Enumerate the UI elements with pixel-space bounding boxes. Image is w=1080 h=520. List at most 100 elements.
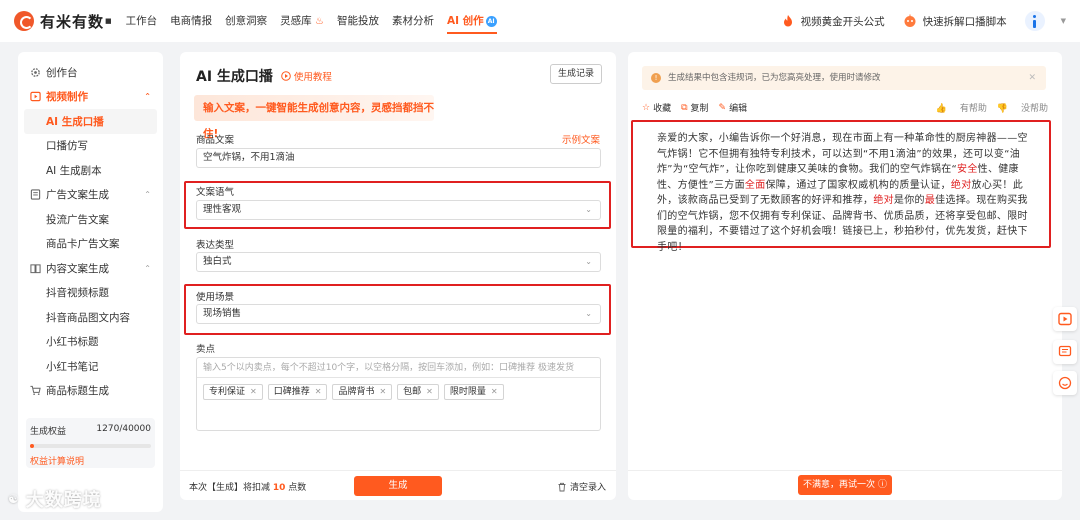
result-panel: ! 生成结果中包含违规词，已为您高亮处理，使用时请修改 ✕ ☆ 收藏 ⧉ 复制 ✎ 编…	[628, 52, 1062, 500]
sidebar-group-video[interactable]: 视频制作 ⌃	[18, 85, 163, 110]
ai-badge-icon: AI	[485, 15, 497, 27]
formula-link[interactable]: 视频黄金开头公式	[781, 14, 885, 29]
generate-button[interactable]: 生成	[354, 476, 442, 496]
nav-inspiration[interactable]: 灵感库 ♨	[280, 0, 324, 42]
selling-points-label: 卖点	[196, 344, 216, 355]
result-footer: 不满意，再试一次 ⓘ	[628, 470, 1062, 500]
unhelpful-label: 没帮助	[1020, 104, 1048, 114]
cart-icon	[30, 386, 41, 396]
tag-label: 口碑推荐	[273, 387, 310, 397]
top-nav-bar: 有米有数 ■ 工作台 电商情报 创意洞察 灵感库 ♨ 智能投放 素材分析 AI 创…	[0, 0, 1080, 42]
quota-progress-fill	[30, 444, 34, 448]
edit-button[interactable]: ✎ 编辑	[718, 101, 748, 115]
clear-label: 清空录入	[569, 483, 606, 493]
sidebar-item-ai-script[interactable]: AI 生成剧本	[18, 158, 163, 183]
expression-select[interactable]: 独白式 ⌄	[196, 252, 601, 272]
info-icon: !	[651, 73, 661, 83]
brand-logo[interactable]: 有米有数 ■	[14, 11, 112, 32]
quota-rules-link[interactable]: 权益计算说明	[30, 454, 151, 467]
nav-ai-create[interactable]: AI 创作 AI	[446, 0, 497, 42]
tutorial-label: 使用教程	[293, 72, 332, 83]
selling-points-input[interactable]: 输入5个以内卖点，每个不超过10个字，以空格分隔，按回车添加，例如：口碑推荐 极…	[197, 358, 600, 378]
edit-icon: ✎	[718, 102, 727, 113]
sidebar: 创作台 视频制作 ⌃ AI 生成口播 口播仿写 AI 生成剧本 广告文案生成 ⌃…	[18, 52, 163, 512]
help-circle-icon: ⓘ	[877, 480, 887, 490]
collect-button[interactable]: ☆ 收藏	[642, 101, 672, 115]
feedback-buttons: 👍 有帮助 👎 没帮助	[926, 101, 1048, 114]
video-icon	[1058, 312, 1072, 326]
watermark: ☯ 大数跨境	[8, 486, 102, 512]
sidebar-group-content-copy[interactable]: 内容文案生成 ⌃	[18, 256, 163, 281]
user-avatar-icon[interactable]	[1024, 11, 1045, 31]
nav-material-analysis[interactable]: 素材分析	[392, 0, 434, 42]
example-copy-link[interactable]: 示例文案	[562, 132, 600, 146]
highlighted-word: 绝对	[873, 195, 894, 206]
nav-ecommerce-intel[interactable]: 电商情报	[170, 0, 212, 42]
close-icon[interactable]: ✕	[250, 385, 257, 399]
scene-value: 现场销售	[203, 308, 242, 319]
expression-value: 独白式	[203, 256, 232, 267]
tone-select[interactable]: 理性客观 ⌄	[196, 200, 601, 220]
video-float-button[interactable]	[1053, 307, 1077, 331]
violation-notice: ! 生成结果中包含违规词，已为您高亮处理，使用时请修改 ✕	[642, 66, 1046, 90]
nav-creative-insight[interactable]: 创意洞察	[225, 0, 267, 42]
message-float-button[interactable]	[1053, 340, 1077, 364]
expression-label: 表达类型	[196, 240, 235, 251]
unhelpful-button[interactable]: 👎 没帮助	[997, 101, 1048, 114]
cost-suffix: 点数	[288, 483, 307, 493]
fire-icon	[783, 15, 792, 27]
formula-label: 视频黄金开头公式	[800, 15, 885, 28]
quota-label: 生成权益	[30, 427, 67, 437]
scene-select[interactable]: 现场销售 ⌄	[196, 304, 601, 324]
chevron-down-icon: ⌄	[585, 257, 592, 266]
helpful-button[interactable]: 👍 有帮助	[936, 101, 987, 114]
close-icon[interactable]: ✕	[315, 385, 322, 399]
sidebar-item-xhs-note[interactable]: 小红书笔记	[18, 354, 163, 379]
sidebar-item-douyin-title[interactable]: 抖音视频标题	[18, 281, 163, 306]
support-float-button[interactable]	[1053, 371, 1077, 395]
script-tool-link[interactable]: 快速拆解口播脚本	[903, 14, 1007, 29]
trash-icon	[558, 482, 566, 491]
nav-smart-ads[interactable]: 智能投放	[337, 0, 379, 42]
tag: 包邮 ✕	[397, 384, 439, 400]
edit-label: 编辑	[729, 104, 748, 114]
close-icon[interactable]: ✕	[1028, 66, 1036, 90]
scene-label: 使用场景	[196, 292, 235, 303]
close-icon[interactable]: ✕	[426, 385, 433, 399]
collect-label: 收藏	[653, 104, 672, 114]
chevron-down-icon: ⌄	[585, 205, 592, 214]
sidebar-item-ad-stream-copy[interactable]: 投流广告文案	[18, 207, 163, 232]
sidebar-item-workbench[interactable]: 创作台	[18, 60, 163, 85]
tag: 口碑推荐 ✕	[267, 384, 328, 400]
chevron-up-icon: ⌃	[144, 92, 151, 102]
sidebar-item-ai-voiceover[interactable]: AI 生成口播	[24, 109, 157, 134]
close-icon[interactable]: ✕	[491, 385, 498, 399]
tag: 专利保证 ✕	[203, 384, 263, 400]
nav-ai-create-label: AI 创作	[446, 15, 484, 27]
chevron-down-icon: ⌄	[585, 309, 592, 318]
generated-script-text[interactable]: 亲爱的大家，小编告诉你一个好消息，现在市面上有一种革命性的厨房神器——空气炸锅！…	[646, 124, 1044, 253]
product-copy-input[interactable]: 空气炸锅，不用1滴油	[196, 148, 601, 168]
close-icon[interactable]: ✕	[379, 385, 386, 399]
tag-label: 专利保证	[209, 387, 246, 397]
nav-workbench[interactable]: 工作台	[126, 0, 158, 42]
cost-value: 10	[272, 483, 286, 493]
retry-button[interactable]: 不满意，再试一次 ⓘ	[798, 475, 892, 495]
logo-icon	[14, 11, 34, 31]
chevron-down-icon[interactable]: ▼	[1061, 17, 1066, 25]
page-title: AI 生成口播	[196, 69, 273, 85]
copy-button[interactable]: ⧉ 复制	[681, 101, 708, 115]
tag-label: 限时限量	[449, 387, 486, 397]
records-button[interactable]: 生成记录	[549, 64, 602, 84]
sidebar-item-douyin-graphic[interactable]: 抖音商品图文内容	[18, 305, 163, 330]
message-icon	[1058, 345, 1072, 357]
tutorial-link[interactable]: 使用教程	[281, 69, 332, 83]
sidebar-group-product-title[interactable]: 商品标题生成	[18, 379, 163, 404]
sidebar-group-ad-copy[interactable]: 广告文案生成 ⌃	[18, 183, 163, 208]
sidebar-item-product-card-copy[interactable]: 商品卡广告文案	[18, 232, 163, 257]
sidebar-item-voiceover-rewrite[interactable]: 口播仿写	[18, 134, 163, 159]
chevron-up-icon: ⌃	[144, 263, 151, 273]
sidebar-item-xhs-title[interactable]: 小红书标题	[18, 330, 163, 355]
clear-button[interactable]: 清空录入	[557, 480, 606, 493]
gear-icon	[31, 67, 40, 77]
